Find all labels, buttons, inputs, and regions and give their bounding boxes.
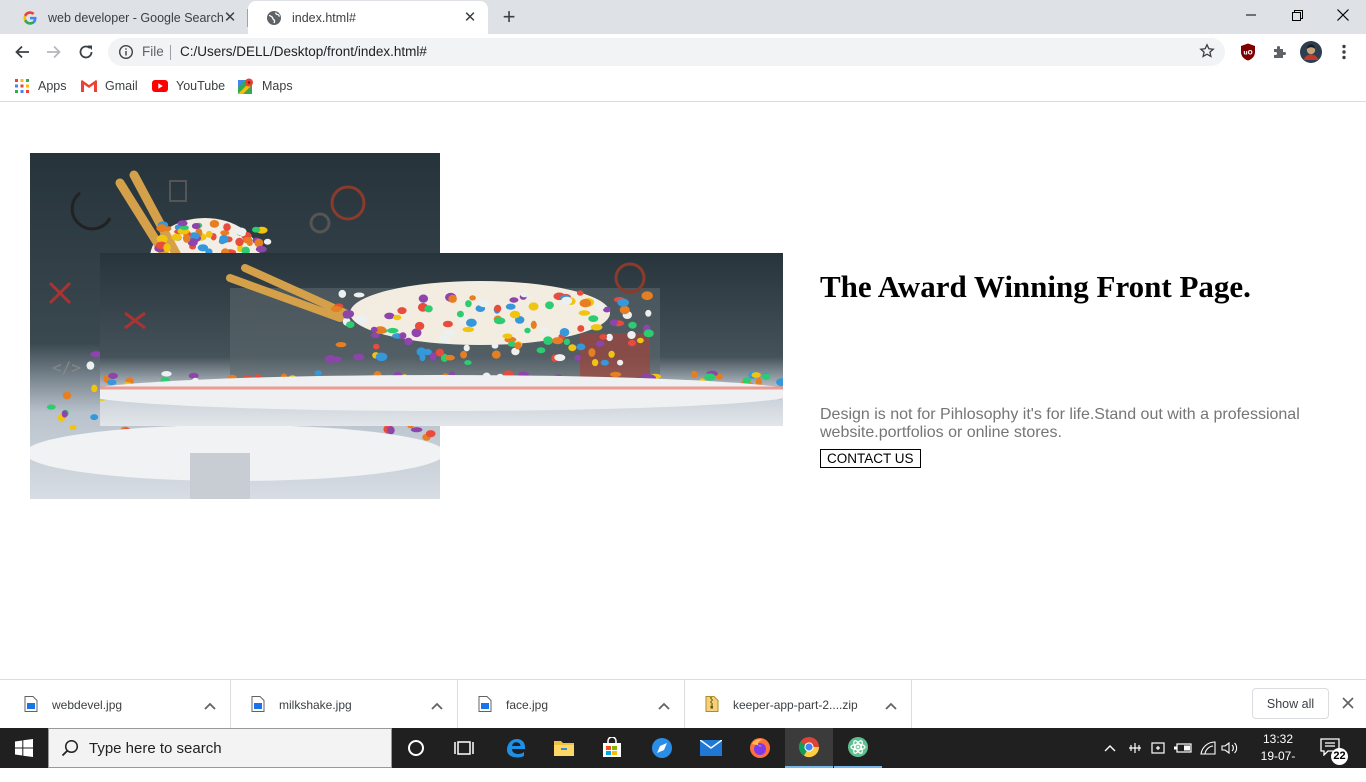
tab-title: index.html# <box>292 10 356 25</box>
web-page: </> The Award Winning Front Page. Design… <box>0 103 1366 679</box>
notification-count-badge: 22 <box>1331 748 1348 765</box>
close-tab-icon[interactable]: ✕ <box>462 10 478 26</box>
close-tab-icon[interactable]: ✕ <box>222 10 238 26</box>
edge-icon[interactable] <box>491 728 539 768</box>
search-icon <box>61 739 79 762</box>
bookmark-label: Apps <box>38 79 67 93</box>
clock-date: 19-07-2020 <box>1260 749 1296 780</box>
volume-icon[interactable] <box>1220 740 1240 756</box>
download-filename: milkshake.jpg <box>279 698 352 712</box>
browser-toolbar: File C:/Users/DELL/Desktop/front/index.h… <box>0 34 1366 70</box>
battery-icon[interactable] <box>1173 740 1193 756</box>
cortana-icon[interactable] <box>392 728 440 768</box>
gmail-icon <box>81 78 97 94</box>
contact-us-button[interactable]: CONTACT US <box>820 449 921 468</box>
ublock-origin-icon[interactable]: uO <box>1237 41 1259 63</box>
maps-icon <box>238 78 254 94</box>
svg-text:uO: uO <box>1243 50 1252 57</box>
image-file-icon <box>24 696 38 717</box>
bookmark-label: Maps <box>262 79 293 93</box>
scheme-label: File <box>142 44 164 59</box>
wifi-icon[interactable] <box>1198 740 1218 756</box>
omnibox-divider <box>170 45 171 60</box>
minimize-icon[interactable] <box>1228 0 1274 30</box>
milkshake-photo-front <box>100 253 783 426</box>
bookmark-label: YouTube <box>176 79 226 93</box>
svg-text:</>: </> <box>52 358 81 377</box>
taskbar-clock[interactable]: 13:32 19-07-2020 <box>1248 731 1308 782</box>
back-arrow-icon[interactable] <box>8 38 36 66</box>
bookmark-gmail[interactable]: Gmail <box>81 77 138 95</box>
download-item[interactable]: keeper-app-part-2....zip <box>685 680 912 729</box>
restore-icon[interactable] <box>1274 0 1320 30</box>
bookmarks-bar: Apps Gmail YouTube Maps <box>0 70 1366 102</box>
info-icon[interactable] <box>118 44 134 65</box>
download-shelf: webdevel.jpg milkshake.jpg face.jpg keep… <box>0 679 1366 729</box>
reload-icon[interactable] <box>72 38 100 66</box>
tab-title: web developer - Google Search <box>48 10 224 25</box>
file-explorer-icon[interactable] <box>540 728 588 768</box>
chevron-up-icon[interactable] <box>204 697 216 715</box>
address-bar[interactable]: File C:/Users/DELL/Desktop/front/index.h… <box>108 38 1225 66</box>
profile-avatar[interactable] <box>1300 41 1322 63</box>
action-center-icon[interactable]: 22 <box>1318 736 1348 765</box>
chevron-up-icon[interactable] <box>658 697 670 715</box>
bookmark-youtube[interactable]: YouTube <box>152 77 225 95</box>
chevron-up-icon[interactable] <box>885 697 897 715</box>
url-text[interactable]: C:/Users/DELL/Desktop/front/index.html# <box>180 44 427 59</box>
extensions-puzzle-icon[interactable] <box>1269 41 1291 63</box>
more-menu-icon[interactable] <box>1333 41 1355 63</box>
download-filename: face.jpg <box>506 698 549 712</box>
network-share-icon[interactable] <box>1125 740 1145 756</box>
search-placeholder: Type here to search <box>89 740 222 757</box>
windows-taskbar: Type here to search 13:32 19-07-2020 22 <box>0 728 1366 780</box>
bookmark-star-icon[interactable] <box>1199 43 1215 64</box>
taskbar-search-box[interactable]: Type here to search <box>48 728 392 768</box>
tab-strip: web developer - Google Search ✕ index.ht… <box>0 0 1366 34</box>
download-item[interactable]: webdevel.jpg <box>4 680 231 729</box>
task-view-icon[interactable] <box>440 728 488 768</box>
page-tagline: Design is not for Pihlosophy it's for li… <box>820 406 1300 441</box>
download-item[interactable]: face.jpg <box>458 680 685 729</box>
browser-app-icon[interactable] <box>638 728 686 768</box>
download-filename: keeper-app-part-2....zip <box>733 698 858 712</box>
atom-editor-icon[interactable] <box>834 728 882 768</box>
apps-grid-icon <box>14 78 30 94</box>
close-shelf-icon[interactable] <box>1339 694 1357 712</box>
tab-index-html[interactable]: index.html# ✕ <box>248 1 488 34</box>
forward-arrow-icon[interactable] <box>40 38 68 66</box>
youtube-icon <box>152 78 168 94</box>
chrome-icon[interactable] <box>785 728 833 768</box>
bookmark-apps[interactable]: Apps <box>14 77 67 95</box>
bookmark-maps[interactable]: Maps <box>238 77 293 95</box>
clock-time: 13:32 <box>1262 732 1294 746</box>
download-filename: webdevel.jpg <box>52 698 123 712</box>
battery-saver-icon[interactable] <box>1149 740 1169 756</box>
chevron-up-tray-icon[interactable] <box>1100 740 1120 756</box>
new-tab-icon[interactable]: + <box>497 6 521 30</box>
mail-icon[interactable] <box>687 728 735 768</box>
firefox-icon[interactable] <box>736 728 784 768</box>
page-heading: The Award Winning Front Page. <box>820 269 1251 304</box>
tab-google-search[interactable]: web developer - Google Search ✕ <box>4 1 248 34</box>
image-file-icon <box>478 696 492 717</box>
chevron-up-icon[interactable] <box>431 697 443 715</box>
zip-file-icon <box>705 696 719 717</box>
microsoft-store-icon[interactable] <box>588 728 636 768</box>
close-window-icon[interactable] <box>1320 0 1366 30</box>
google-icon <box>22 10 38 26</box>
windows-start-icon[interactable] <box>0 728 48 768</box>
globe-icon <box>266 10 282 26</box>
show-all-downloads-button[interactable]: Show all <box>1252 688 1329 719</box>
image-file-icon <box>251 696 265 717</box>
download-item[interactable]: milkshake.jpg <box>231 680 458 729</box>
bookmark-label: Gmail <box>105 79 138 93</box>
